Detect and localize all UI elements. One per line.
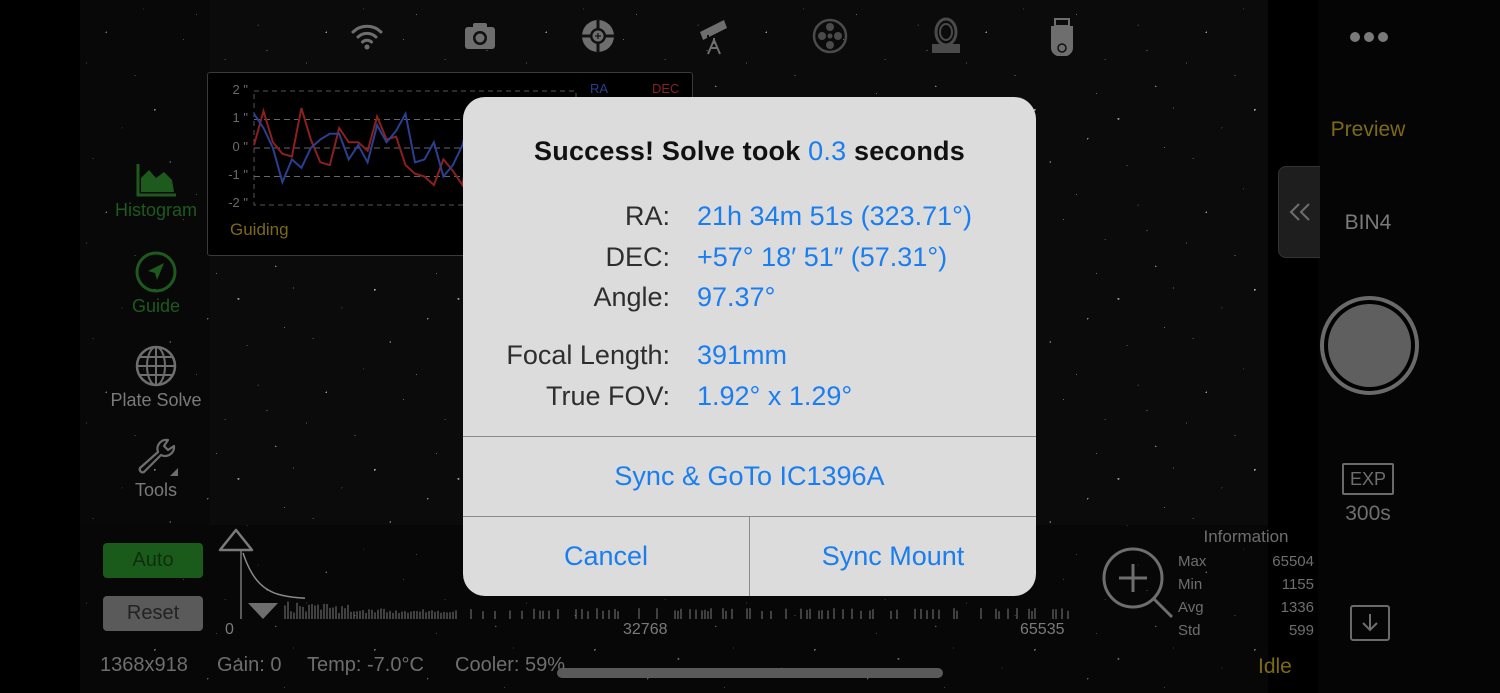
shutter-button[interactable] <box>1320 296 1419 395</box>
resolution-readout: 1368x918 <box>100 654 188 676</box>
result-label: RA: <box>624 201 670 231</box>
result-value: +57° 18′ 51″ (57.31°) <box>697 242 948 272</box>
info-label: Avg <box>1178 599 1204 616</box>
info-value: 65504 <box>1272 553 1314 570</box>
dot <box>1364 32 1374 42</box>
plate-solve-result-dialog: Success! Solve took 0.3 seconds RA: 21h 3… <box>463 97 1036 596</box>
white-point-handle[interactable] <box>246 601 280 621</box>
cooler-readout: Cooler: 59% <box>455 654 566 676</box>
dot <box>1378 32 1388 42</box>
globe-icon <box>135 345 177 387</box>
hist-axis-mid: 32768 <box>623 621 668 638</box>
focuser-icon[interactable] <box>924 16 968 56</box>
exposure-button[interactable]: EXP <box>1342 463 1394 495</box>
histogram-curve <box>242 552 306 599</box>
auto-stretch-button[interactable]: Auto <box>103 543 203 578</box>
information-title: Information <box>1203 527 1289 546</box>
download-button[interactable] <box>1350 605 1390 641</box>
zoom-in-icon <box>1102 547 1174 619</box>
nav-tools-label: Tools <box>134 480 178 500</box>
info-label: Std <box>1178 622 1201 639</box>
reset-stretch-button[interactable]: Reset <box>103 596 203 631</box>
hist-axis-max: 65535 <box>1020 621 1065 638</box>
temp-readout: Temp: -7.0°C <box>307 654 424 676</box>
wrench-icon <box>138 438 178 476</box>
download-arrow-icon <box>1362 614 1378 632</box>
result-label: Angle: <box>593 282 670 312</box>
dot <box>1350 32 1360 42</box>
nav-plate-solve-label: Plate Solve <box>110 390 202 410</box>
result-value: 21h 34m 51s (323.71°) <box>697 201 972 231</box>
filter-wheel-icon[interactable] <box>808 16 852 56</box>
nav-histogram[interactable]: Histogram <box>100 162 212 221</box>
info-value: 1336 <box>1280 599 1314 616</box>
double-chevron-left-icon <box>1289 203 1310 221</box>
info-row-avg: Avg 1336 <box>1178 599 1314 616</box>
guide-scope-icon[interactable] <box>576 16 620 56</box>
exposure-value: 300s <box>1345 502 1391 525</box>
info-row-std: Std 599 <box>1178 622 1314 639</box>
nav-plate-solve[interactable]: Plate Solve <box>100 344 212 411</box>
dialog-title: Success! Solve took 0.3 seconds <box>463 136 1036 167</box>
solve-time: 0.3 <box>808 136 847 166</box>
info-row-max: Max 65504 <box>1178 553 1314 570</box>
result-label: Focal Length: <box>506 340 670 370</box>
sync-goto-button[interactable]: Sync & GoTo IC1396A <box>463 437 1036 516</box>
black-point-handle[interactable] <box>218 528 254 554</box>
binning-selector[interactable]: BIN4 <box>1318 211 1418 235</box>
home-indicator[interactable] <box>557 668 943 678</box>
cancel-button[interactable]: Cancel <box>463 517 749 596</box>
shutter-inner <box>1328 304 1411 387</box>
nav-histogram-label: Histogram <box>114 200 198 220</box>
usb-storage-icon[interactable] <box>1040 16 1084 56</box>
result-label: DEC: <box>605 242 670 272</box>
title-suffix: seconds <box>846 136 965 166</box>
guiding-status: Guiding <box>230 220 289 239</box>
result-value: 1.92° x 1.29° <box>697 381 853 411</box>
telescope-icon[interactable] <box>692 16 736 56</box>
nav-tools[interactable]: Tools <box>100 436 212 501</box>
sync-mount-button[interactable]: Sync Mount <box>750 517 1036 596</box>
camera-icon[interactable] <box>458 16 502 56</box>
zoom-in-button[interactable] <box>1100 547 1176 621</box>
gain-readout: Gain: 0 <box>217 654 282 676</box>
capture-mode-preview[interactable]: Preview <box>1318 118 1418 142</box>
hist-axis-min: 0 <box>225 621 234 638</box>
info-row-min: Min 1155 <box>1178 576 1314 593</box>
title-prefix: Success! Solve took <box>534 136 809 166</box>
result-value: 391mm <box>697 340 788 370</box>
wifi-icon[interactable] <box>345 16 389 56</box>
legend-dec: DEC <box>652 81 680 96</box>
nav-guide[interactable]: Guide <box>100 250 212 317</box>
nav-guide-label: Guide <box>131 296 181 316</box>
legend-ra: RA <box>590 81 609 96</box>
info-value: 599 <box>1288 622 1314 639</box>
info-label: Min <box>1178 576 1203 593</box>
info-value: 1155 <box>1281 576 1314 593</box>
capture-status: Idle <box>1258 655 1292 678</box>
info-label: Max <box>1178 553 1207 570</box>
result-value: 97.37° <box>697 282 776 312</box>
more-options-button[interactable] <box>1350 26 1388 48</box>
histogram-icon <box>136 164 176 197</box>
result-label: True FOV: <box>545 381 670 411</box>
guide-arrow-icon <box>135 251 177 293</box>
collapse-panel-tab[interactable] <box>1278 166 1320 258</box>
